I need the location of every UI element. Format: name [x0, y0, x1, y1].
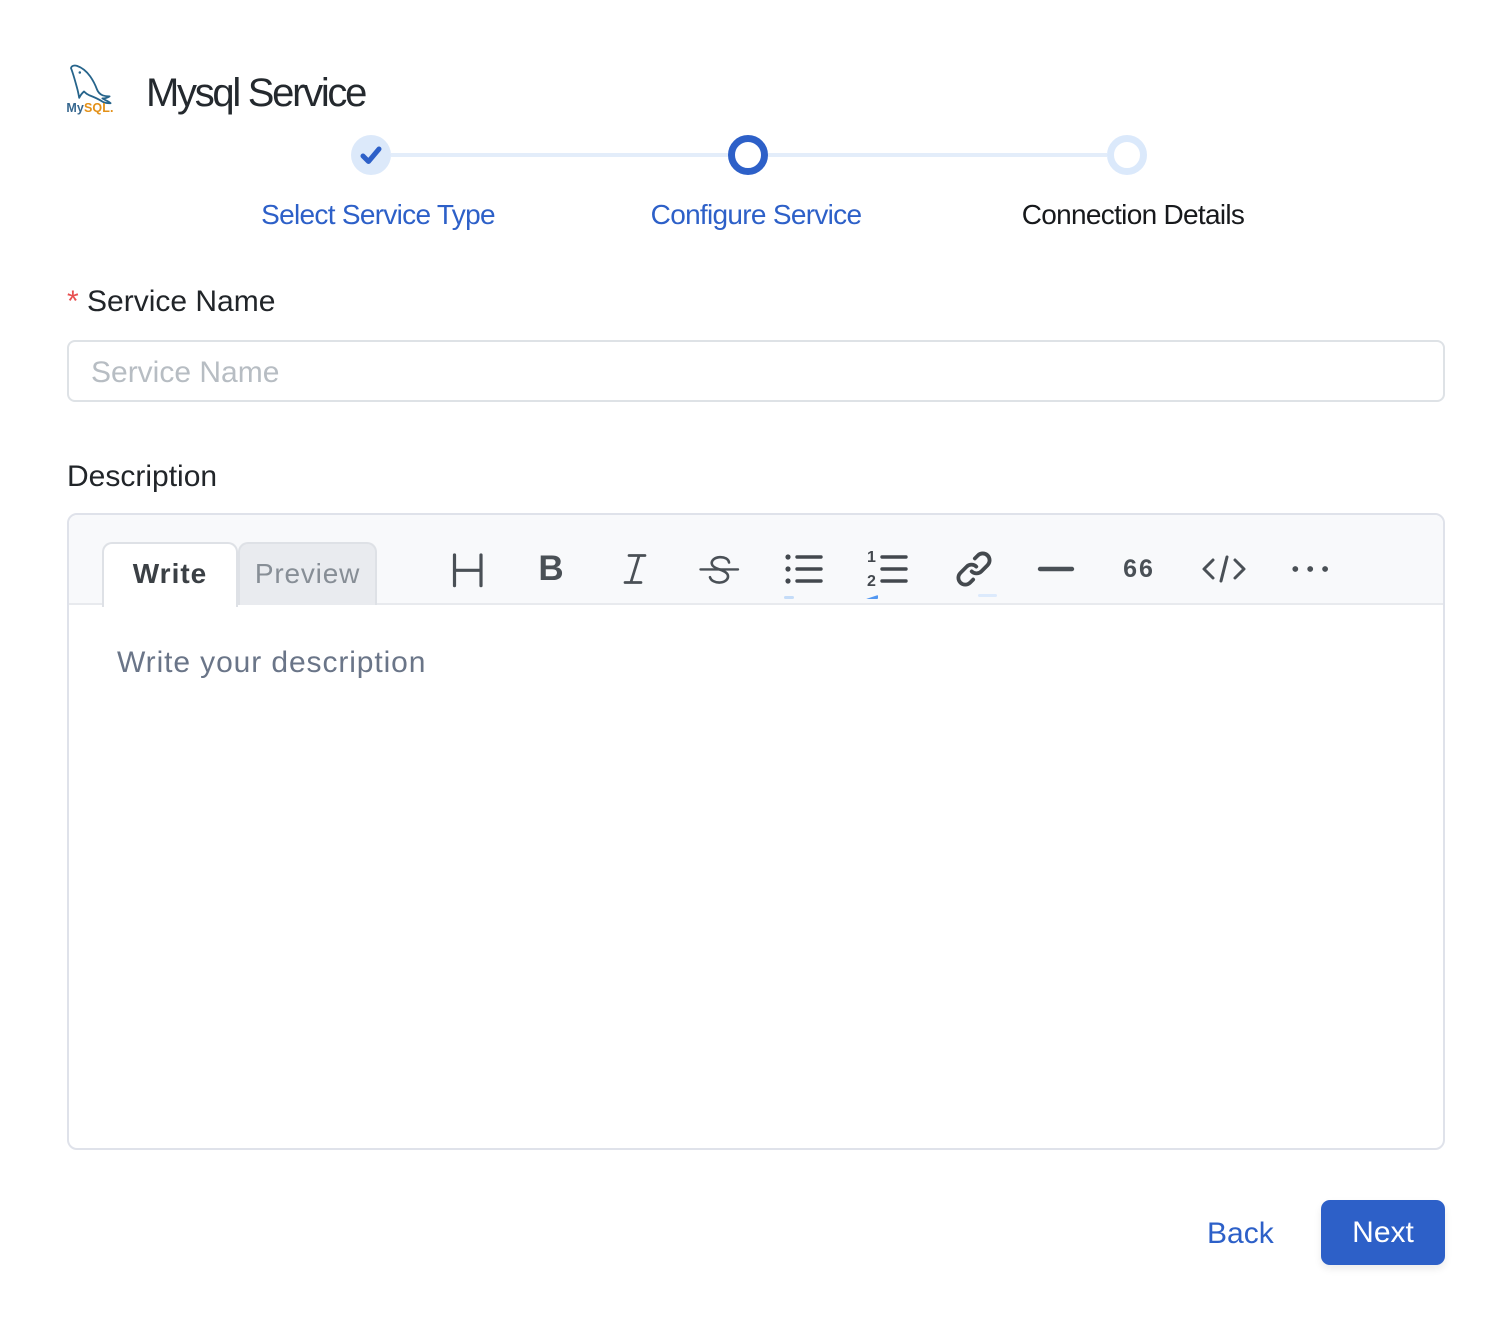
svg-text:1: 1	[867, 549, 876, 566]
svg-text:2: 2	[867, 573, 876, 590]
